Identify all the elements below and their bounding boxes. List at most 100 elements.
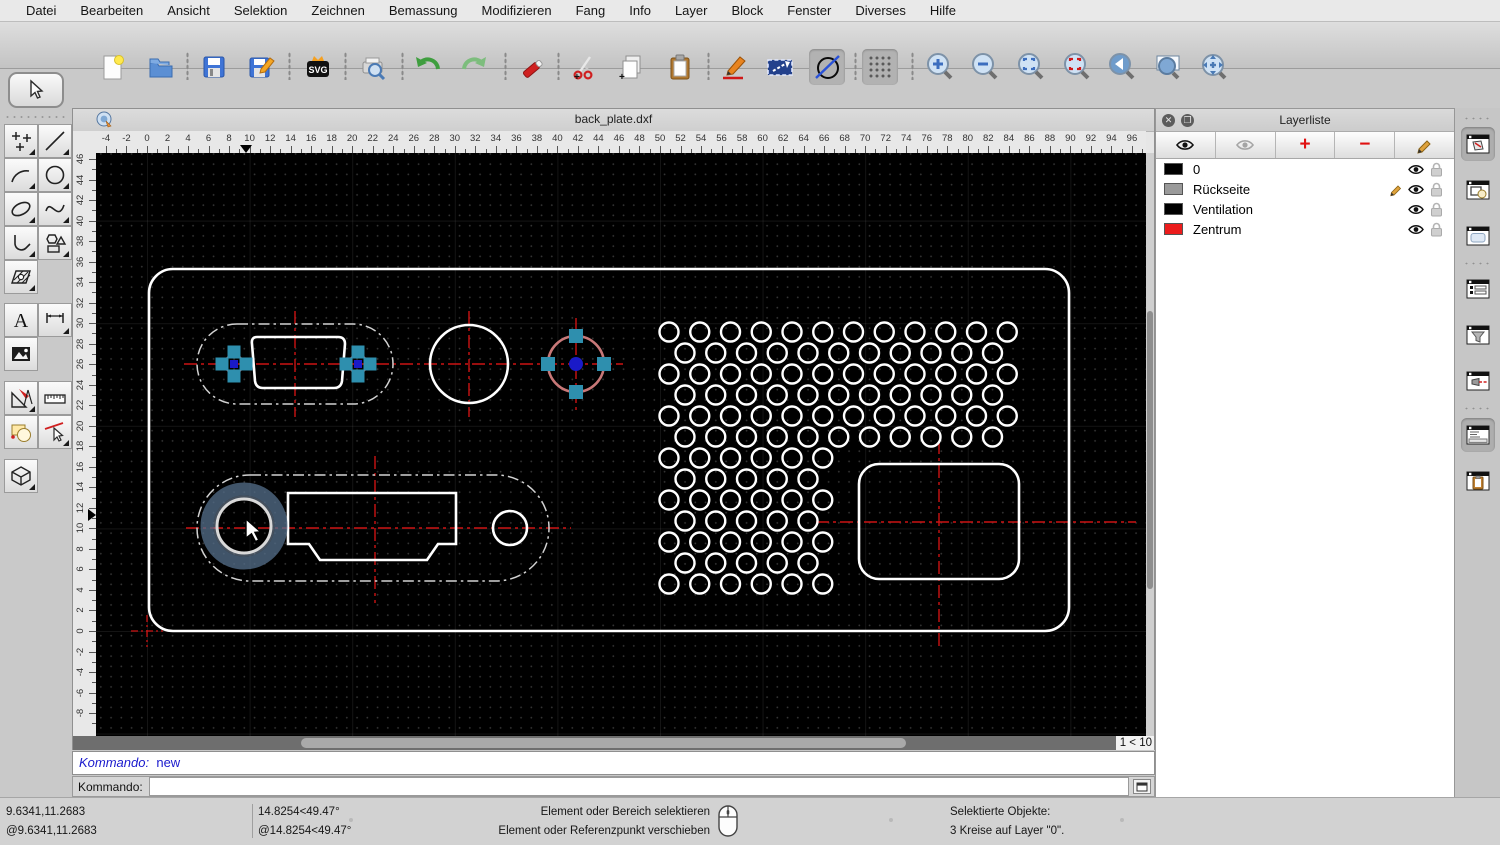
vent-hole[interactable] xyxy=(797,384,819,406)
save-as-button[interactable] xyxy=(243,49,279,85)
menu-block[interactable]: Block xyxy=(719,0,775,22)
layer-row-0[interactable]: 0 xyxy=(1156,159,1454,179)
image-tool-button[interactable] xyxy=(4,337,38,371)
vent-hole[interactable] xyxy=(658,531,680,553)
zoom-out-button[interactable] xyxy=(967,49,1003,85)
svg-export-button[interactable]: SVG xyxy=(300,49,336,85)
layer-visibility-icon[interactable] xyxy=(1406,223,1426,236)
vent-hole[interactable] xyxy=(735,510,758,532)
command-input[interactable] xyxy=(148,777,1129,796)
vent-hole[interactable] xyxy=(766,342,788,364)
layer-visibility-icon[interactable] xyxy=(1406,203,1426,216)
vent-hole[interactable] xyxy=(735,426,758,448)
vent-hole[interactable] xyxy=(658,489,680,511)
command-detach-button[interactable] xyxy=(1133,779,1151,794)
vent-hole[interactable] xyxy=(842,321,865,343)
layer-color-swatch[interactable] xyxy=(1164,203,1183,215)
vent-hole[interactable] xyxy=(750,573,772,595)
vent-hole[interactable] xyxy=(658,321,680,343)
menu-ansicht[interactable]: Ansicht xyxy=(155,0,222,22)
vent-hole[interactable] xyxy=(674,426,696,448)
float-panel-icon[interactable]: ❐ xyxy=(1181,113,1194,127)
vent-hole[interactable] xyxy=(904,405,926,427)
vent-hole[interactable] xyxy=(719,489,742,511)
edit-layer-button[interactable] xyxy=(1395,132,1454,158)
vent-hole[interactable] xyxy=(797,552,819,574)
drawing-canvas[interactable] xyxy=(96,153,1146,736)
draw-pencil-button[interactable] xyxy=(715,49,751,85)
vent-hole[interactable] xyxy=(674,510,696,532)
command-line-toggle-button[interactable] xyxy=(1461,418,1495,452)
menu-hilfe[interactable]: Hilfe xyxy=(918,0,968,22)
vent-hole[interactable] xyxy=(828,384,850,406)
vent-hole[interactable] xyxy=(719,321,742,343)
vent-hole[interactable] xyxy=(797,468,819,490)
ellipse-tool-button[interactable] xyxy=(4,192,38,226)
vent-hole[interactable] xyxy=(689,363,711,385)
vertical-scrollbar-thumb[interactable] xyxy=(1147,311,1153,589)
vent-hole[interactable] xyxy=(812,489,834,511)
text-tool-button[interactable]: A xyxy=(4,303,38,337)
vent-hole[interactable] xyxy=(873,321,895,343)
vent-hole[interactable] xyxy=(951,342,973,364)
layer-panel-titlebar[interactable]: ✕ ❐ Layerliste xyxy=(1156,109,1454,132)
layer-color-swatch[interactable] xyxy=(1164,183,1183,195)
vent-hole[interactable] xyxy=(951,426,973,448)
library-browser-toggle-button[interactable] xyxy=(1461,219,1495,253)
menu-info[interactable]: Info xyxy=(617,0,663,22)
vent-hole[interactable] xyxy=(781,405,803,427)
undo-button[interactable] xyxy=(410,49,446,85)
new-file-button[interactable] xyxy=(95,49,131,85)
vent-hole[interactable] xyxy=(750,405,772,427)
vent-hole[interactable] xyxy=(750,321,772,343)
menu-diverses[interactable]: Diverses xyxy=(843,0,918,22)
vent-hole[interactable] xyxy=(719,405,742,427)
property-editor-toggle-button[interactable] xyxy=(1461,272,1495,306)
vent-hole[interactable] xyxy=(812,531,834,553)
vent-hole[interactable] xyxy=(658,573,680,595)
points-tool-button[interactable] xyxy=(4,124,38,158)
view-3d-button[interactable] xyxy=(4,459,38,493)
vent-hole[interactable] xyxy=(889,426,911,448)
vent-hole[interactable] xyxy=(951,384,973,406)
vent-hole[interactable] xyxy=(766,384,788,406)
menu-datei[interactable]: Datei xyxy=(14,0,68,22)
layer-row-zentrum[interactable]: Zentrum xyxy=(1156,219,1454,239)
vent-hole[interactable] xyxy=(781,363,803,385)
vent-hole[interactable] xyxy=(658,447,680,469)
vent-hole[interactable] xyxy=(920,342,942,364)
vent-hole[interactable] xyxy=(766,426,788,448)
modify-tool-button[interactable] xyxy=(4,415,38,449)
hovered-circle[interactable] xyxy=(215,497,273,555)
vent-hole[interactable] xyxy=(812,321,834,343)
vent-hole[interactable] xyxy=(766,468,788,490)
zoom-selection-button[interactable] xyxy=(1059,49,1095,85)
vent-hole[interactable] xyxy=(920,426,942,448)
reference-point[interactable] xyxy=(354,360,362,368)
selection-handle[interactable] xyxy=(239,357,253,371)
delete-button[interactable] xyxy=(515,49,551,85)
clipboard-panel-toggle-button[interactable] xyxy=(1461,464,1495,498)
vent-hole[interactable] xyxy=(797,342,819,364)
menu-bearbeiten[interactable]: Bearbeiten xyxy=(68,0,155,22)
vent-hole[interactable] xyxy=(858,342,881,364)
vent-hole[interactable] xyxy=(674,384,696,406)
vent-hole[interactable] xyxy=(658,405,680,427)
vent-hole[interactable] xyxy=(750,363,772,385)
vent-hole[interactable] xyxy=(858,384,881,406)
vent-hole[interactable] xyxy=(674,468,696,490)
vent-hole[interactable] xyxy=(689,447,711,469)
vent-hole[interactable] xyxy=(766,510,788,532)
circle-tool-button[interactable] xyxy=(38,158,72,192)
layer-row-ventilation[interactable]: Ventilation xyxy=(1156,199,1454,219)
zoom-auto-button[interactable] xyxy=(1013,49,1049,85)
hatch-tool-button[interactable] xyxy=(4,260,38,294)
zoom-in-button[interactable] xyxy=(922,49,958,85)
layer-visibility-icon[interactable] xyxy=(1406,163,1426,176)
vent-hole[interactable] xyxy=(689,405,711,427)
modify-attributes-button[interactable] xyxy=(38,415,72,449)
arc-tool-button[interactable] xyxy=(4,158,38,192)
vent-hole[interactable] xyxy=(996,321,1018,343)
show-all-layers-button[interactable] xyxy=(1156,132,1216,158)
vent-hole[interactable] xyxy=(705,468,727,490)
